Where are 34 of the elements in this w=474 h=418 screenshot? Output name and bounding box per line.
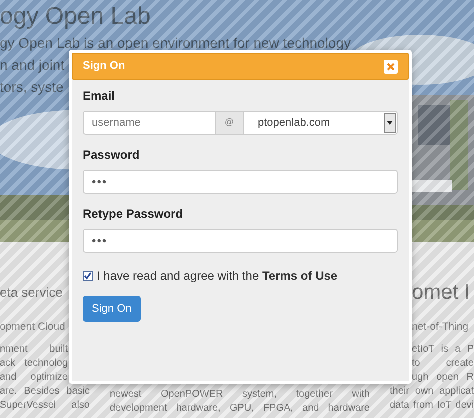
section-text: nment built bbox=[0, 343, 68, 357]
section-text: and optimize bbox=[0, 371, 68, 385]
hero-text: n and joint bbox=[0, 56, 65, 75]
dropdown-icon bbox=[384, 113, 396, 133]
at-sign: @ bbox=[216, 111, 243, 135]
field-label: Password bbox=[83, 147, 140, 164]
username-field[interactable]: username bbox=[83, 111, 216, 135]
section-subtitle: opment Cloud bbox=[0, 320, 66, 334]
section-text: to create bbox=[412, 357, 474, 371]
field-label: Email bbox=[83, 88, 116, 105]
agree-checkbox[interactable] bbox=[83, 271, 93, 281]
field-label: Retype Password bbox=[83, 206, 184, 223]
section-text: development hardware, GPU, FPGA, and hardware bbox=[110, 402, 370, 416]
section-text: newest OpenPOWER system, together with bbox=[110, 388, 370, 402]
section-text: etIoT is a P bbox=[412, 343, 474, 357]
section-subtitle: net-of-Thing bbox=[412, 320, 469, 334]
hero-text: tors, syste bbox=[0, 78, 64, 97]
retype-password-field[interactable]: ••• bbox=[83, 229, 398, 253]
hero-title: ogy Open Lab bbox=[0, 2, 151, 32]
dialog-title: Sign On bbox=[83, 59, 126, 74]
domain-select[interactable]: ptopenlab.com bbox=[243, 111, 398, 135]
section-title: eta service bbox=[0, 284, 63, 302]
agree-text: I have read and agree with the Terms of Use bbox=[97, 268, 338, 285]
section-text: ack technolog bbox=[0, 357, 68, 371]
section-title: omet I bbox=[412, 283, 470, 303]
sign-on-button[interactable]: Sign On bbox=[83, 296, 141, 322]
section-text: their own applicat bbox=[390, 385, 474, 399]
section-text: data from IoT devi bbox=[390, 399, 474, 413]
close-icon bbox=[387, 62, 395, 70]
hero-text: gy Open Lab is an open environment for new technology bbox=[0, 34, 352, 53]
section-text: are. Besides basic bbox=[0, 385, 90, 399]
section-text: ugh open R bbox=[412, 371, 474, 385]
section-text: SuperVessel also bbox=[0, 399, 90, 413]
password-field[interactable]: ••• bbox=[83, 170, 398, 194]
